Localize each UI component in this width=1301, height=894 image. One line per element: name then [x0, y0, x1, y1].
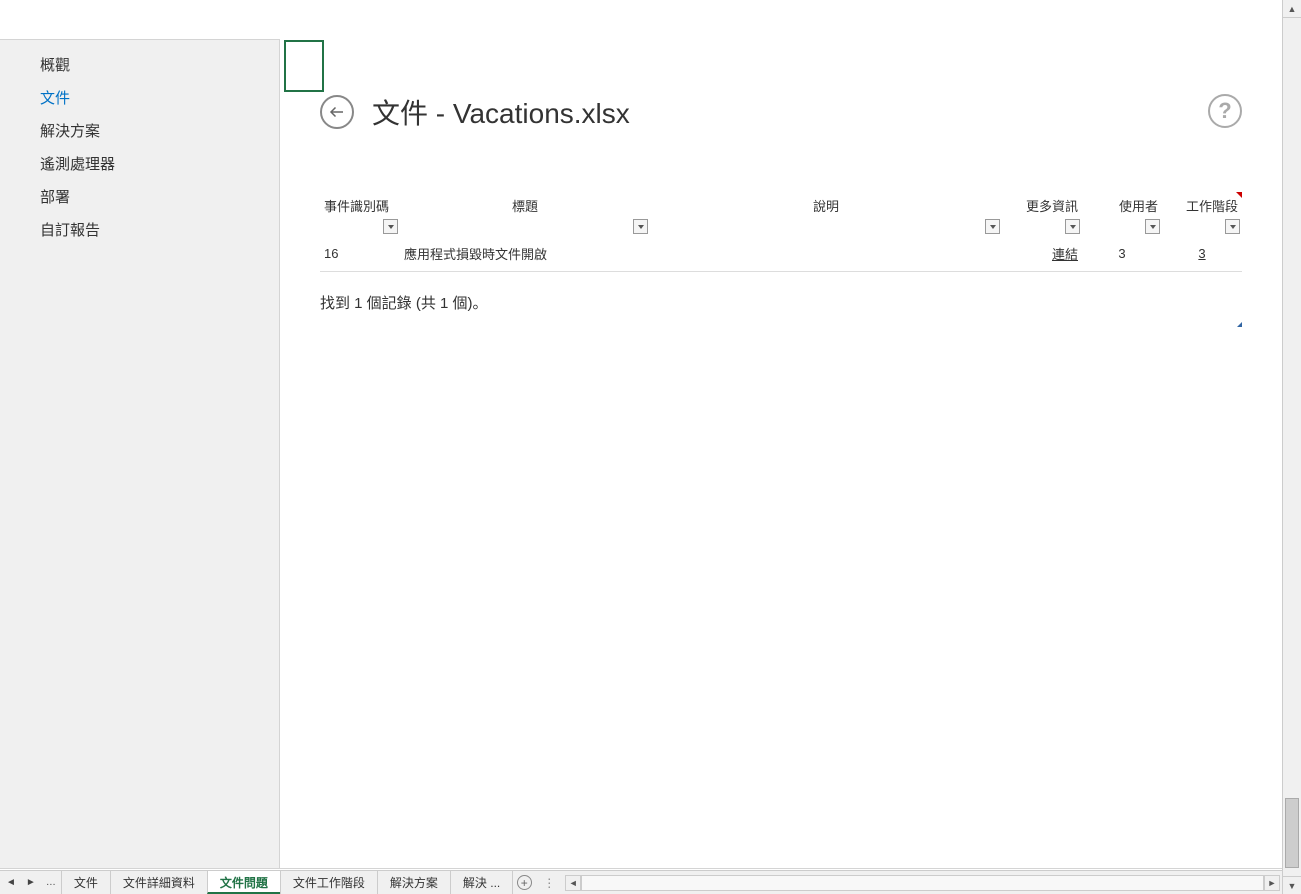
horizontal-scrollbar: ◄ ►: [563, 871, 1282, 894]
filter-button-more-info[interactable]: [1065, 219, 1080, 234]
sidebar-item-custom-reports[interactable]: 自訂報告: [0, 213, 279, 246]
sheet-nav: ◄ ► …: [0, 871, 62, 894]
hscroll-track[interactable]: [581, 875, 1264, 891]
add-sheet-button[interactable]: +: [513, 871, 535, 894]
table-header-row: 事件識別碼 標題 說明 更多資訊: [320, 192, 1242, 236]
sidebar: 概觀 文件 解決方案 遙測處理器 部署 自訂報告: [0, 0, 280, 869]
page-header: 文件 - Vacations.xlsx: [280, 0, 1282, 142]
col-more-info: 更多資訊: [1002, 192, 1082, 236]
plus-icon: +: [517, 875, 532, 890]
filter-button-description[interactable]: [985, 219, 1000, 234]
filter-button-sessions[interactable]: [1225, 219, 1240, 234]
col-event-id-label: 事件識別碼: [324, 199, 389, 214]
filter-button-users[interactable]: [1145, 219, 1160, 234]
sidebar-item-telemetry-processor[interactable]: 遙測處理器: [0, 147, 279, 180]
vertical-scrollbar: ▲ ▼: [1282, 0, 1301, 894]
vscroll-down-arrow[interactable]: ▼: [1283, 876, 1301, 894]
cell-sessions: 3: [1162, 236, 1242, 272]
sheet-tab-bar: ◄ ► … 文件 文件詳細資料 文件問題 文件工作階段 解決方案 解決 ... …: [0, 870, 1282, 894]
comment-indicator-icon[interactable]: [1236, 192, 1242, 198]
issues-table-wrap: 事件識別碼 標題 說明 更多資訊: [280, 142, 1282, 272]
col-sessions: 工作階段: [1162, 192, 1242, 236]
hscroll-left-arrow[interactable]: ◄: [565, 875, 581, 891]
filter-button-title[interactable]: [633, 219, 648, 234]
sidebar-item-overview[interactable]: 概觀: [0, 48, 279, 81]
records-found-label: 找到 1 個記錄 (共 1 個)。: [320, 295, 488, 312]
cell-more-info: 連結: [1002, 236, 1082, 272]
sheet-tabs: 文件 文件詳細資料 文件問題 文件工作階段 解決方案 解決 ...: [62, 871, 513, 894]
cell-title: 應用程式損毀時文件開啟: [400, 236, 650, 272]
sheet-nav-next-icon[interactable]: ►: [26, 877, 36, 888]
sheet-nav-more-icon[interactable]: …: [46, 877, 56, 888]
col-description: 說明: [650, 192, 1002, 236]
sheet-tab-resolve[interactable]: 解決 ...: [450, 871, 513, 894]
col-users: 使用者: [1082, 192, 1162, 236]
sheet-tab-documents[interactable]: 文件: [61, 871, 111, 894]
sessions-link[interactable]: 3: [1198, 246, 1205, 261]
cell-event-id: 16: [320, 236, 400, 272]
sheet-tab-document-details[interactable]: 文件詳細資料: [110, 871, 208, 894]
selected-cell-indicator[interactable]: [284, 40, 324, 92]
sidebar-item-deployments[interactable]: 部署: [0, 180, 279, 213]
sheet-tab-options[interactable]: ⋮: [535, 871, 563, 894]
records-found-text: 找到 1 個記錄 (共 1 個)。: [280, 272, 1282, 333]
vscroll-thumb[interactable]: [1285, 798, 1299, 868]
arrow-left-icon: [328, 103, 346, 121]
page-title: 文件 - Vacations.xlsx: [372, 92, 630, 132]
vscroll-track[interactable]: [1283, 18, 1301, 876]
cell-users: 3: [1082, 236, 1162, 272]
col-event-id: 事件識別碼: [320, 192, 400, 236]
cell-description: [650, 236, 1002, 272]
help-icon: ?: [1218, 98, 1231, 124]
app-container: 概觀 文件 解決方案 遙測處理器 部署 自訂報告 文件 - Vacations.…: [0, 0, 1282, 869]
sheet-tab-document-issues[interactable]: 文件問題: [207, 871, 281, 894]
col-description-label: 說明: [813, 199, 839, 214]
table-row[interactable]: 16 應用程式損毀時文件開啟 連結 3 3: [320, 236, 1242, 272]
col-more-info-label: 更多資訊: [1026, 199, 1078, 214]
col-sessions-label: 工作階段: [1186, 199, 1238, 214]
back-button[interactable]: [320, 95, 354, 129]
vscroll-up-arrow[interactable]: ▲: [1283, 0, 1301, 18]
sheet-nav-prev-icon[interactable]: ◄: [6, 877, 16, 888]
col-users-label: 使用者: [1119, 199, 1158, 214]
issues-table: 事件識別碼 標題 說明 更多資訊: [320, 192, 1242, 272]
help-button[interactable]: ?: [1208, 94, 1242, 128]
sheet-tab-overflow: ...: [490, 876, 500, 890]
resize-handle-icon[interactable]: [1237, 322, 1242, 327]
sidebar-item-documents[interactable]: 文件: [0, 81, 279, 114]
sidebar-header-blank: [0, 0, 280, 40]
sheet-tab-resolve-label: 解決: [463, 876, 487, 890]
col-title: 標題: [400, 192, 650, 236]
sheet-tab-document-sessions[interactable]: 文件工作階段: [280, 871, 378, 894]
filter-button-event-id[interactable]: [383, 219, 398, 234]
hscroll-right-arrow[interactable]: ►: [1264, 875, 1280, 891]
sidebar-item-solutions[interactable]: 解決方案: [0, 114, 279, 147]
col-title-label: 標題: [512, 199, 538, 214]
more-info-link[interactable]: 連結: [1052, 247, 1078, 262]
main-content: 文件 - Vacations.xlsx ? 事件識別碼 標題: [280, 0, 1282, 869]
sheet-tab-solutions[interactable]: 解決方案: [377, 871, 451, 894]
